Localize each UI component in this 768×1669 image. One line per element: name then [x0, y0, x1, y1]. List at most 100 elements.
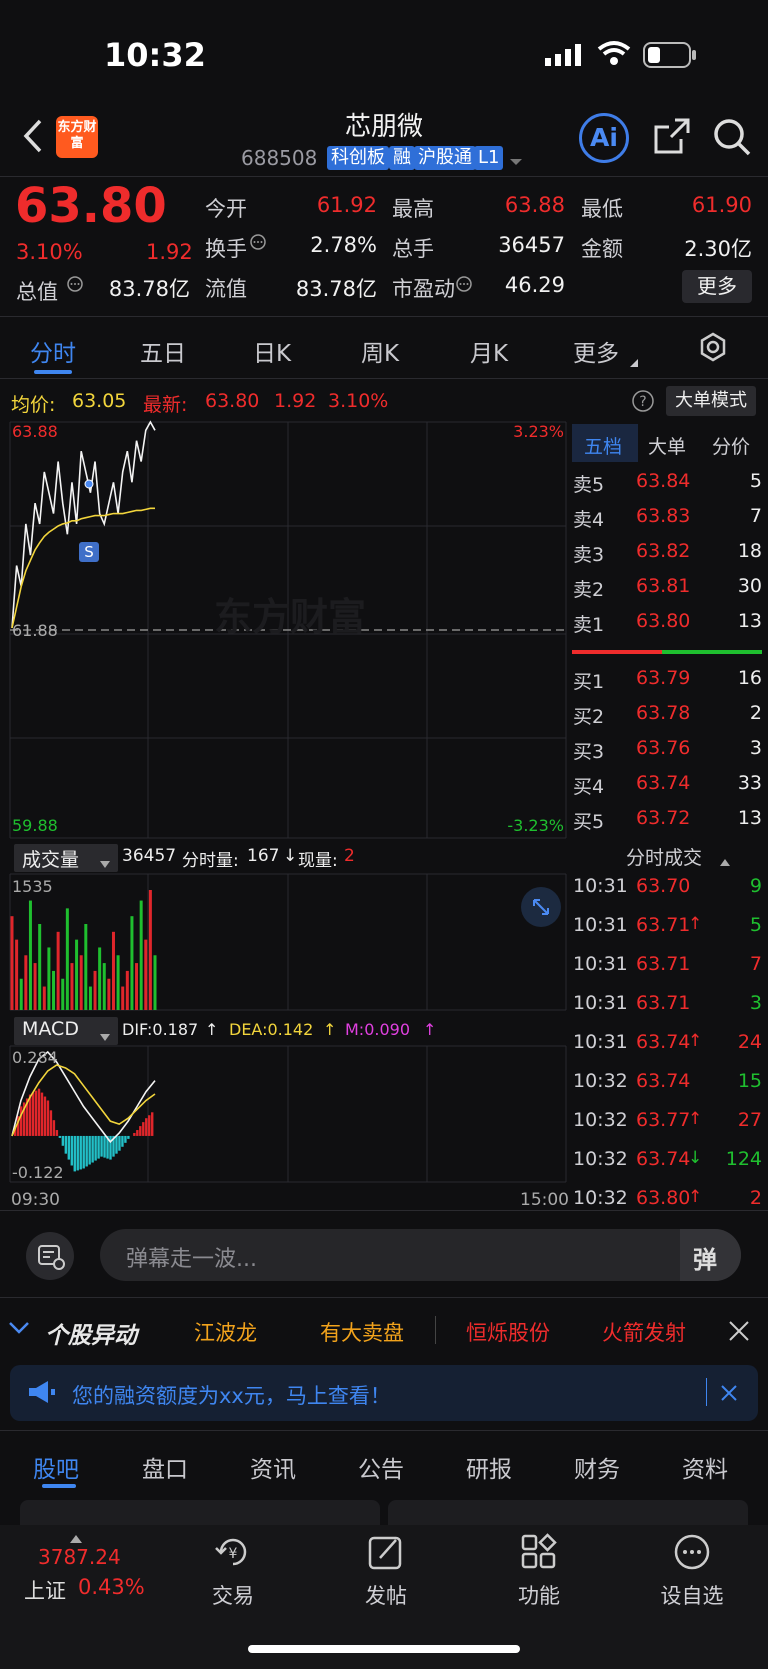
post-icon[interactable] [366, 1532, 406, 1576]
ask-price[interactable]: 63.83 [636, 505, 690, 527]
chart-tab[interactable]: 周K [361, 334, 399, 368]
volume-bar [88, 986, 92, 1010]
macd-bar [109, 1135, 112, 1160]
trades-title[interactable]: 分时成交 [626, 843, 702, 870]
price-axis-high: 63.88 [12, 422, 58, 441]
ask-price[interactable]: 63.82 [636, 540, 690, 562]
bottom-tab[interactable]: 财务 [574, 1450, 620, 1484]
chart-tab[interactable]: 月K [470, 334, 508, 368]
ask-price[interactable]: 63.81 [636, 575, 690, 597]
bottom-tab[interactable]: 公告 [358, 1450, 404, 1484]
macd-bar [31, 1092, 35, 1136]
bid-price[interactable]: 63.72 [636, 807, 690, 829]
bid-label: 买4 [573, 776, 605, 798]
info-icon[interactable] [455, 275, 473, 297]
macd-bar [64, 1135, 68, 1154]
trade-time: 10:31 [573, 875, 628, 897]
bid-price[interactable]: 63.78 [636, 702, 690, 724]
add-watchlist-icon[interactable] [672, 1532, 712, 1576]
macd-dif: DIF:0.187 [122, 1020, 199, 1039]
search-icon[interactable] [712, 117, 752, 161]
bottom-tab[interactable]: 股吧 [33, 1450, 79, 1484]
info-icon[interactable] [249, 233, 267, 255]
ticker-item[interactable]: 有大卖盘 [320, 1317, 404, 1347]
ticker-item[interactable]: 江波龙 [194, 1317, 257, 1347]
chart-tab[interactable]: 五日 [140, 334, 186, 368]
settings-gear-icon[interactable] [698, 332, 728, 366]
trades-collapse-icon[interactable] [720, 851, 730, 870]
volume-bar [42, 986, 46, 1010]
quote-field-label: 最高 [392, 197, 434, 221]
trade-icon[interactable]: ¥ [213, 1532, 253, 1576]
nav-post[interactable]: 发帖 [336, 1580, 436, 1610]
ticker-close-icon[interactable] [728, 1320, 750, 1346]
index-pct[interactable]: 0.43% [78, 1575, 145, 1599]
stock-code: 688508 [241, 146, 318, 170]
danmu-placeholder: 弹幕走一波... [126, 1247, 257, 1272]
trade-price: 63.74 [636, 1070, 691, 1092]
bid-price[interactable]: 63.74 [636, 772, 690, 794]
ticker-item[interactable]: 恒烁股份 [466, 1317, 550, 1347]
current-volume-value: 2 [344, 846, 355, 866]
nav-watchlist[interactable]: 设自选 [642, 1580, 742, 1610]
latest-label: 最新: [143, 394, 188, 416]
bid-label: 买2 [573, 706, 605, 728]
wifi-icon [597, 40, 631, 70]
index-value[interactable]: 3787.24 [38, 1545, 121, 1569]
ticker-item[interactable]: 火箭发射 [602, 1317, 686, 1347]
ask-price[interactable]: 63.80 [636, 610, 690, 632]
orderbook-tab-five[interactable]: 五档 [584, 432, 622, 459]
orderbook-tab-price[interactable]: 分价 [712, 432, 750, 459]
bottom-tab[interactable]: 盘口 [142, 1450, 188, 1484]
volume-bar [144, 939, 148, 1010]
volume-bar [10, 916, 14, 1010]
expand-icon[interactable] [521, 887, 561, 927]
bottom-tab[interactable]: 研报 [466, 1450, 512, 1484]
trade-time: 10:31 [573, 1031, 628, 1053]
quote-field-value: 83.78亿 [295, 277, 377, 301]
nav-functions[interactable]: 功能 [489, 1580, 589, 1610]
macd-bar [46, 1100, 50, 1136]
help-icon[interactable]: ? [631, 389, 655, 417]
ask-price[interactable]: 63.84 [636, 470, 690, 492]
orderbook-tab-big[interactable]: 大单 [648, 432, 686, 459]
quote-field-value: 36457 [498, 233, 565, 257]
danmu-send-label: 弹 [693, 1246, 717, 1274]
collapse-chevron-icon[interactable] [8, 1320, 30, 1339]
bottom-tab[interactable]: 资讯 [250, 1450, 296, 1484]
divider [0, 1430, 768, 1431]
bottom-tab[interactable]: 资料 [682, 1450, 728, 1484]
functions-icon[interactable] [519, 1532, 559, 1576]
danmu-send-button[interactable]: 弹 [680, 1229, 741, 1281]
volume-bar [61, 978, 65, 1010]
danmu-settings-icon[interactable] [26, 1232, 74, 1280]
trade-price: 63.74 [636, 1031, 691, 1053]
chart-tab[interactable]: 分时 [30, 334, 76, 368]
more-button[interactable]: 更多 [682, 270, 752, 303]
macd-bar [103, 1135, 106, 1158]
up-arrow-icon: ↑ [323, 1020, 337, 1039]
macd-bar [145, 1118, 148, 1136]
divider [0, 1210, 768, 1211]
chart-tab[interactable]: 日K [253, 334, 291, 368]
bid-price[interactable]: 63.76 [636, 737, 690, 759]
ai-button[interactable]: Ai [579, 113, 629, 163]
pct-axis-low: -3.23% [507, 816, 564, 835]
volume-bar [111, 931, 115, 1010]
bid-price[interactable]: 63.79 [636, 667, 690, 689]
nav-trade[interactable]: 交易 [183, 1580, 283, 1610]
index-name[interactable]: 上证 [24, 1575, 66, 1605]
volume-bar [107, 978, 111, 1010]
notice-close-icon[interactable] [720, 1384, 738, 1406]
quote-field-label: 总手 [392, 237, 434, 261]
intraday-charts[interactable]: 东方财富 S 63.88 61.88 59.88 3.23% -3.23% 1535 0.284… [0, 420, 570, 1210]
quote-field-label: 最低 [581, 197, 623, 221]
tags-dropdown-icon[interactable] [509, 152, 523, 171]
macd-axis-min: -0.122 [12, 1163, 64, 1182]
info-icon[interactable] [66, 275, 84, 297]
macd-bar [70, 1135, 73, 1166]
big-order-mode-button[interactable]: 大单模式 [666, 386, 756, 416]
chart-tab[interactable]: 更多 [573, 334, 619, 368]
share-icon[interactable] [653, 117, 691, 159]
macd-bar [139, 1126, 142, 1136]
